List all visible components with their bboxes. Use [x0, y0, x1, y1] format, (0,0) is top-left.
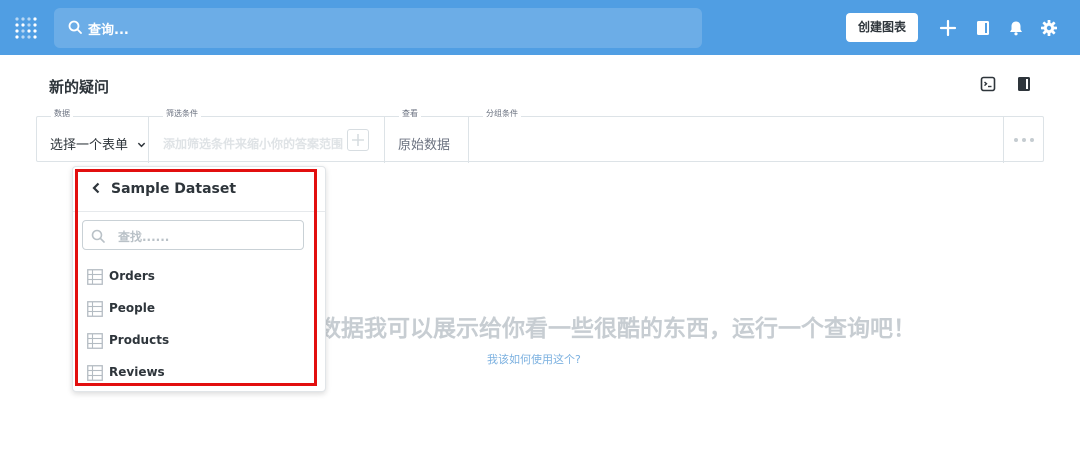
- view-selector[interactable]: 原始数据: [398, 134, 450, 153]
- table-picker-popover: Sample Dataset 查找...... Orders People Pr…: [72, 166, 326, 392]
- notebook-icon[interactable]: [974, 19, 992, 37]
- search-icon: [91, 229, 105, 243]
- more-options-icon[interactable]: [1013, 137, 1035, 143]
- table-item-label: Orders: [109, 269, 155, 283]
- table-item-label: People: [109, 301, 156, 315]
- table-picker-text: 选择一个表单: [50, 138, 129, 153]
- table-item-label: Products: [109, 333, 170, 347]
- filter-placeholder[interactable]: 添加筛选条件来缩小你的答案范围: [163, 135, 343, 152]
- add-filter-button[interactable]: [347, 129, 369, 151]
- table-item-reviews[interactable]: Reviews: [87, 362, 307, 384]
- plus-icon[interactable]: [939, 19, 957, 37]
- table-icon: [87, 301, 103, 317]
- gear-icon[interactable]: [1040, 19, 1058, 37]
- metabase-logo-icon[interactable]: [14, 15, 40, 41]
- top-navbar: 查询... 创建图表: [0, 0, 1080, 55]
- empty-state-message: 数据我可以展示给你看一些很酷的东西，运行一个查询吧！: [318, 316, 916, 342]
- help-link[interactable]: 我该如何使用这个?: [487, 351, 581, 367]
- sql-editor-icon[interactable]: [980, 76, 996, 92]
- table-icon: [87, 333, 103, 349]
- filter-step-label: 筛选条件: [163, 108, 201, 119]
- data-step-label: 数据: [51, 108, 73, 119]
- group-by-area[interactable]: [469, 117, 1003, 163]
- divider: [1003, 117, 1004, 163]
- view-step-label: 查看: [399, 108, 421, 119]
- divider: [148, 117, 149, 163]
- chevron-down-icon: [137, 142, 146, 148]
- table-item-people[interactable]: People: [87, 298, 307, 320]
- dataset-back-header[interactable]: Sample Dataset: [73, 167, 325, 212]
- table-picker-trigger[interactable]: 选择一个表单: [50, 134, 146, 153]
- bell-icon[interactable]: [1007, 19, 1025, 37]
- plus-icon: [352, 134, 364, 146]
- dataset-name: Sample Dataset: [111, 181, 237, 197]
- global-search-input[interactable]: 查询...: [88, 19, 129, 38]
- table-item-products[interactable]: Products: [87, 330, 307, 352]
- table-search-placeholder: 查找......: [118, 230, 170, 244]
- table-item-label: Reviews: [109, 365, 165, 379]
- create-chart-button[interactable]: 创建图表: [846, 13, 918, 42]
- table-search-input[interactable]: 查找......: [82, 220, 304, 250]
- table-icon: [87, 269, 103, 285]
- query-builder: 数据 选择一个表单 筛选条件 添加筛选条件来缩小你的答案范围 查看 原始数据 分…: [36, 108, 1044, 163]
- chevron-left-icon[interactable]: [91, 182, 101, 194]
- table-item-orders[interactable]: Orders: [87, 266, 307, 288]
- global-search-bar[interactable]: 查询...: [54, 8, 702, 48]
- divider: [384, 117, 385, 163]
- search-icon: [68, 20, 82, 34]
- table-icon: [87, 365, 103, 381]
- data-reference-icon[interactable]: [1016, 76, 1032, 92]
- page-title: 新的疑问: [49, 78, 110, 96]
